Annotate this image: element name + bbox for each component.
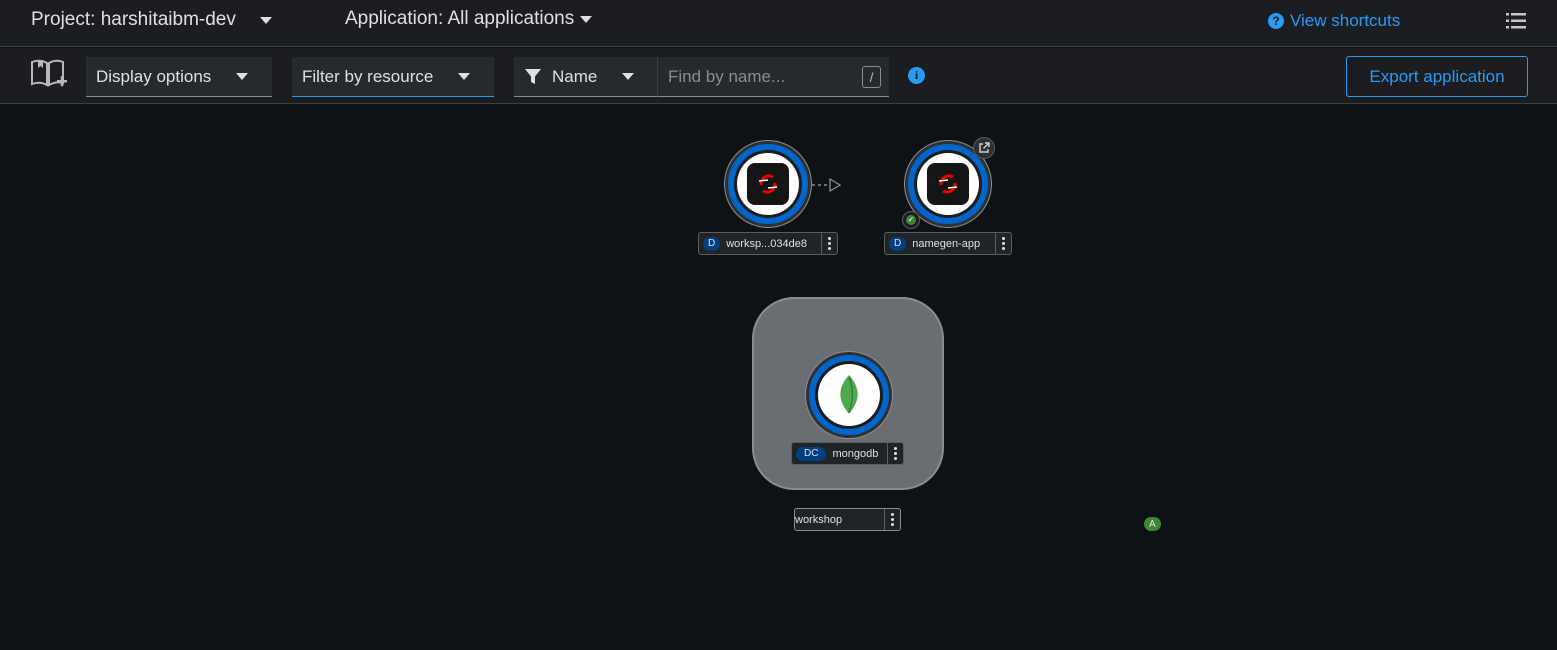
application-label-workshop[interactable]: A workshop bbox=[794, 508, 1161, 531]
caret-down-icon bbox=[236, 73, 248, 80]
display-options-label: Display options bbox=[96, 66, 212, 86]
openshift-icon bbox=[927, 163, 969, 205]
application-badge: A bbox=[1144, 517, 1161, 531]
masthead-bar: Project: harshitaibm-dev Application: Al… bbox=[0, 0, 1557, 47]
application-selector[interactable]: Application: All applications bbox=[345, 8, 593, 30]
node-name: mongodb bbox=[832, 447, 879, 460]
application-selector-label: Application: All applications bbox=[345, 8, 575, 29]
caret-down-icon bbox=[622, 73, 634, 80]
deployment-config-badge: DC bbox=[796, 446, 827, 461]
caret-down-icon bbox=[458, 73, 470, 80]
filter-by-resource-dropdown[interactable]: Filter by resource bbox=[292, 57, 494, 97]
kebab-menu-icon[interactable] bbox=[821, 233, 837, 254]
deployment-badge: D bbox=[889, 236, 907, 251]
openshift-icon bbox=[747, 163, 789, 205]
connector-arrow[interactable] bbox=[810, 177, 842, 193]
pod-ring bbox=[728, 144, 808, 224]
node-icon-bg bbox=[737, 153, 799, 215]
find-by-name-search: / bbox=[657, 57, 889, 97]
open-url-icon[interactable] bbox=[973, 137, 995, 159]
topology-toolbar: Display options Filter by resource Name … bbox=[0, 48, 1557, 104]
view-shortcuts-link[interactable]: ? View shortcuts bbox=[1268, 11, 1400, 31]
list-view-icon[interactable] bbox=[1506, 12, 1526, 30]
filter-funnel-icon bbox=[525, 69, 541, 84]
filter-by-resource-label: Filter by resource bbox=[302, 66, 434, 86]
check-circle-icon: ✓ bbox=[906, 215, 916, 225]
deployment-badge: D bbox=[703, 236, 721, 251]
pod-ring bbox=[809, 355, 889, 435]
display-options-dropdown[interactable]: Display options bbox=[86, 57, 272, 97]
build-status-icon[interactable]: ✓ bbox=[902, 211, 920, 229]
caret-down-icon bbox=[580, 15, 593, 23]
node-name: namegen-app bbox=[912, 237, 981, 250]
info-circle-icon[interactable]: i bbox=[908, 67, 925, 84]
kebab-menu-icon[interactable] bbox=[884, 509, 900, 530]
workload-node-mongodb[interactable] bbox=[805, 351, 893, 439]
export-application-button[interactable]: Export application bbox=[1346, 56, 1528, 97]
mongodb-leaf-icon bbox=[840, 375, 858, 414]
application-name: workshop bbox=[795, 513, 843, 526]
question-circle-icon: ? bbox=[1268, 13, 1284, 29]
search-input[interactable] bbox=[668, 66, 858, 88]
node-label-mongodb[interactable]: DC mongodb bbox=[791, 442, 904, 465]
kebab-menu-icon[interactable] bbox=[887, 443, 903, 464]
project-selector[interactable]: Project: harshitaibm-dev bbox=[31, 9, 272, 31]
node-label-namegen-app[interactable]: D namegen-app bbox=[884, 232, 1012, 255]
project-selector-label: Project: harshitaibm-dev bbox=[31, 9, 236, 30]
name-filter-label: Name bbox=[552, 66, 598, 86]
node-label-workspace[interactable]: D worksp...034de8 bbox=[698, 232, 838, 255]
node-icon-bg bbox=[818, 364, 880, 426]
workload-node-workspace[interactable] bbox=[724, 140, 812, 228]
view-shortcuts-label: View shortcuts bbox=[1290, 11, 1401, 30]
quick-starts-book-icon[interactable] bbox=[30, 56, 68, 90]
kebab-menu-icon[interactable] bbox=[995, 233, 1011, 254]
keyboard-shortcut-hint: / bbox=[862, 66, 881, 88]
node-name: worksp...034de8 bbox=[726, 237, 807, 250]
node-icon-bg bbox=[917, 153, 979, 215]
caret-down-icon bbox=[259, 16, 272, 24]
name-filter-dropdown[interactable]: Name bbox=[514, 57, 657, 97]
